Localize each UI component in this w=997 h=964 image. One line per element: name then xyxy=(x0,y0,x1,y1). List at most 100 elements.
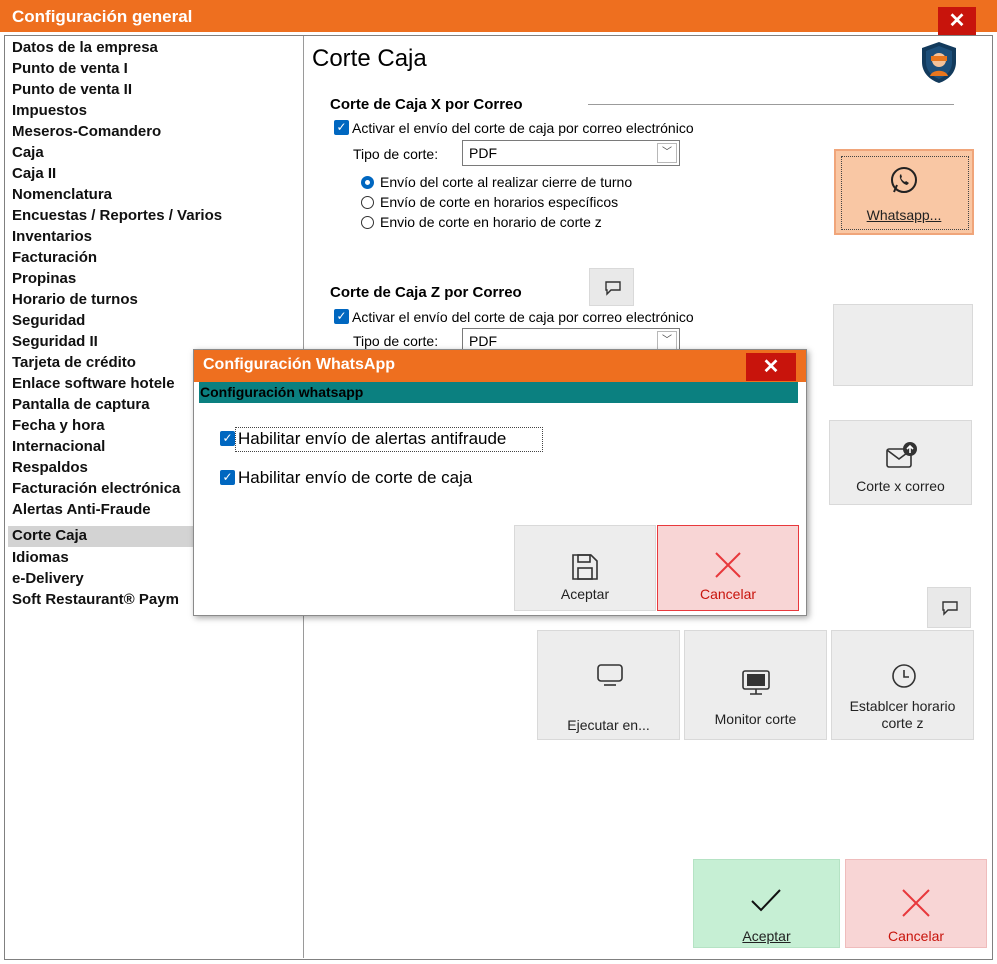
sidebar-item-label: Facturación xyxy=(12,249,98,266)
monitor-corte-label: Monitor corte xyxy=(714,711,797,727)
accept-button[interactable]: Aceptar xyxy=(693,859,840,948)
whatsapp-icon xyxy=(891,167,917,193)
sidebar-item-label: Enlace software hotele xyxy=(12,375,175,392)
chevron-down-icon: ﹀ xyxy=(657,331,677,351)
sidebar-item[interactable]: Caja II xyxy=(8,164,302,185)
comment-button[interactable] xyxy=(589,268,634,306)
section-z-heading: Corte de Caja Z por Correo xyxy=(330,284,522,301)
accept-label: Aceptar xyxy=(742,928,791,944)
sidebar-item-label: Inventarios xyxy=(12,228,93,245)
establecer-horario-button[interactable]: Establcer horario corte z xyxy=(831,630,974,740)
ejecutar-label: Ejecutar en... xyxy=(567,717,650,733)
dialog-cancel-button[interactable]: Cancelar xyxy=(657,525,799,611)
corte-correo-button[interactable]: Corte x correo xyxy=(829,420,972,505)
sidebar-item-label: Soft Restaurant® Paym xyxy=(12,591,179,608)
check-icon xyxy=(751,889,781,912)
sidebar-item-label: Respaldos xyxy=(12,459,88,476)
sidebar-item-label: Propinas xyxy=(12,270,77,287)
sidebar-item[interactable]: Impuestos xyxy=(8,101,302,122)
section-x-heading: Corte de Caja X por Correo xyxy=(330,96,523,113)
alertas-antifraude-checkbox[interactable]: ✓ xyxy=(220,431,235,446)
sidebar-item-label: Alertas Anti-Fraude xyxy=(12,501,151,518)
sidebar-item[interactable]: Seguridad xyxy=(8,311,302,332)
dialog-title: Configuración WhatsApp xyxy=(203,356,395,373)
corte-correo-label: Corte x correo xyxy=(856,478,945,494)
alertas-antifraude-label: Habilitar envío de alertas antifraude xyxy=(238,429,507,448)
sidebar-item-label: Datos de la empresa xyxy=(12,39,158,56)
monitor-icon xyxy=(597,664,623,686)
enable-z-label: Activar el envío del corte de caja por c… xyxy=(352,309,694,325)
mail-upload-icon xyxy=(886,442,917,468)
corte-caja-label: Habilitar envío de corte de caja xyxy=(238,468,473,487)
close-x-icon xyxy=(902,889,930,917)
sidebar-item-label: Seguridad xyxy=(12,312,86,329)
sidebar-item[interactable]: Punto de venta I xyxy=(8,59,302,80)
type-x-select[interactable]: PDF ﹀ xyxy=(462,140,680,166)
save-icon xyxy=(572,554,598,580)
sidebar-item[interactable]: Caja xyxy=(8,143,302,164)
dialog-cancel-label: Cancelar xyxy=(699,586,757,602)
sidebar-item[interactable]: Facturación xyxy=(8,248,302,269)
chevron-down-icon: ﹀ xyxy=(657,143,677,163)
clock-icon xyxy=(892,664,916,688)
ejecutar-button[interactable]: Ejecutar en... xyxy=(537,630,680,740)
corte-caja-checkbox[interactable]: ✓ xyxy=(220,470,235,485)
sidebar-item-label: Punto de venta I xyxy=(12,60,128,77)
sidebar-item-label: Nomenclatura xyxy=(12,186,113,203)
comment-icon xyxy=(605,281,621,296)
radio-label: Envío del corte al realizar cierre de tu… xyxy=(380,174,633,190)
sidebar-item-label: Facturación electrónica xyxy=(12,480,181,497)
dialog-close-button[interactable]: ✕ xyxy=(746,353,796,381)
page-title: Corte Caja xyxy=(312,45,427,72)
cancel-button[interactable]: Cancelar xyxy=(845,859,987,948)
sidebar-item[interactable]: Encuestas / Reportes / Varios xyxy=(8,206,302,227)
type-z-value: PDF xyxy=(469,333,497,349)
sidebar-item[interactable]: Nomenclatura xyxy=(8,185,302,206)
sidebar-item[interactable]: Meseros-Comandero xyxy=(8,122,302,143)
sidebar-item-label: Caja II xyxy=(12,165,57,182)
radio-cierre-turno[interactable] xyxy=(361,176,374,189)
desktop-monitor-icon xyxy=(742,670,770,695)
establecer-horario-label: Establcer horario corte z xyxy=(849,698,956,731)
sidebar-item[interactable]: Horario de turnos xyxy=(8,290,302,311)
whatsapp-config-dialog: Configuración WhatsApp ✕ Configuración w… xyxy=(193,349,807,616)
security-shield-icon xyxy=(919,40,959,84)
sidebar-item-label: Punto de venta II xyxy=(12,81,133,98)
sidebar-item-label: e-Delivery xyxy=(12,570,84,587)
sidebar-item-label: Internacional xyxy=(12,438,106,455)
type-x-label: Tipo de corte: xyxy=(353,146,439,162)
dialog-accept-button[interactable]: Aceptar xyxy=(514,525,656,611)
sidebar-item-label: Pantalla de captura xyxy=(12,396,150,413)
dialog-section-title: Configuración whatsapp xyxy=(200,384,364,400)
type-x-value: PDF xyxy=(469,145,497,161)
close-x-icon xyxy=(715,552,741,578)
dialog-accept-label: Aceptar xyxy=(560,586,610,602)
cancel-label: Cancelar xyxy=(887,928,945,944)
radio-horario-corte-z[interactable] xyxy=(361,216,374,229)
whatsapp-label: Whatsapp... xyxy=(866,207,942,223)
sidebar-item-label: Seguridad II xyxy=(12,333,98,350)
radio-label: Envio de corte en horario de corte z xyxy=(380,214,602,230)
type-z-label: Tipo de corte: xyxy=(353,333,439,349)
window-title: Configuración general xyxy=(12,7,193,26)
sidebar-item-label: Tarjeta de crédito xyxy=(12,354,136,371)
sidebar-item-label: Fecha y hora xyxy=(12,417,105,434)
comment-icon xyxy=(942,601,958,616)
sidebar-item[interactable]: Inventarios xyxy=(8,227,302,248)
whatsapp-button[interactable]: Whatsapp... xyxy=(834,149,974,235)
sidebar-item-label: Encuestas / Reportes / Varios xyxy=(12,207,223,224)
monitor-corte-button[interactable]: Monitor corte xyxy=(684,630,827,740)
radio-horarios-especificos[interactable] xyxy=(361,196,374,209)
comment-button-2[interactable] xyxy=(927,587,971,628)
sidebar-item[interactable]: Punto de venta II xyxy=(8,80,302,101)
sidebar-item-label: Idiomas xyxy=(12,549,69,566)
sidebar-item-label: Meseros-Comandero xyxy=(12,123,162,140)
blank-tile[interactable] xyxy=(833,304,973,386)
sidebar-item[interactable]: Propinas xyxy=(8,269,302,290)
radio-label: Envío de corte en horarios específicos xyxy=(380,194,619,210)
sidebar-item-label: Impuestos xyxy=(12,102,88,119)
enable-z-checkbox[interactable]: ✓ xyxy=(334,309,349,324)
window-close-button[interactable]: ✕ xyxy=(938,7,976,35)
sidebar-item[interactable]: Datos de la empresa xyxy=(8,38,302,59)
enable-x-checkbox[interactable]: ✓ xyxy=(334,120,349,135)
